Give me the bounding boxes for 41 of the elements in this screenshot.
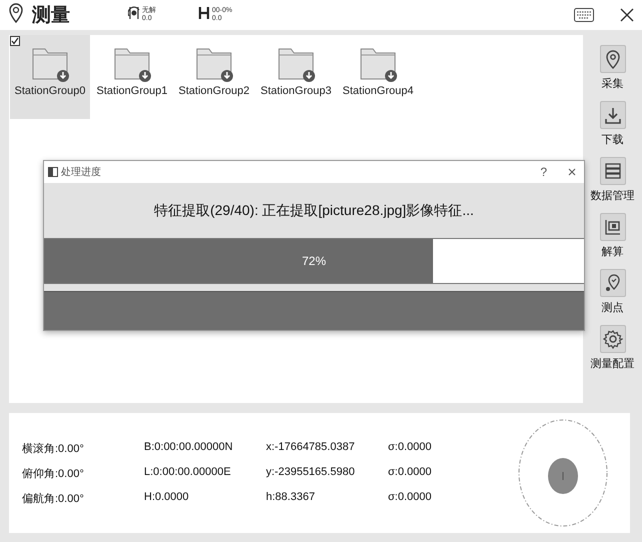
help-button[interactable]: ? — [520, 165, 547, 179]
window-icon — [48, 167, 58, 177]
dialog-title: 处理进度 — [61, 166, 101, 179]
tool-button[interactable]: 测量配置 — [584, 325, 640, 371]
reading-text: y:-23955165.5980 — [266, 466, 356, 480]
folder-item[interactable]: StationGroup4 — [338, 35, 418, 119]
chart-frame-icon — [602, 217, 622, 237]
tool-button[interactable]: 测点 — [584, 269, 640, 315]
reading-text: x:-17664785.0387 — [266, 440, 356, 454]
height-icon — [198, 4, 210, 20]
reading-text: σ:0.0000 — [388, 440, 432, 454]
download-icon — [602, 105, 622, 125]
reading-text: B:0:00:00.00000N — [144, 440, 234, 454]
attitude-gauge-icon — [518, 419, 608, 527]
keyboard-icon[interactable] — [574, 8, 594, 22]
tool-button[interactable]: 下载 — [584, 101, 640, 147]
reading-text: 俯仰角:0.00° — [22, 466, 85, 480]
reading-text: h:88.3367 — [266, 490, 316, 504]
folder-item[interactable]: StationGroup3 — [256, 35, 336, 119]
close-icon[interactable] — [568, 168, 576, 176]
window-title: 测量 — [32, 4, 70, 28]
stacked-bars-icon — [602, 161, 622, 181]
select-all-checkbox[interactable] — [10, 36, 20, 46]
tool-button[interactable]: 数据管理 — [584, 157, 640, 203]
reading-text: σ:0.0000 — [388, 466, 432, 480]
reading-text: H:0.0000 — [144, 490, 190, 504]
reading-text: L:0:00:00.00000E — [144, 466, 232, 480]
satellite-icon — [128, 4, 140, 20]
settings-icon — [602, 329, 622, 349]
close-icon[interactable] — [620, 8, 634, 22]
folder-item[interactable]: StationGroup1 — [92, 35, 172, 119]
tool-button[interactable]: 采集 — [584, 45, 640, 91]
progress-message: 特征提取(29/40): 正在提取[picture28.jpg]影像特征... — [153, 200, 475, 220]
folder-item[interactable]: StationGroup2 — [174, 35, 254, 119]
folder-item[interactable]: StationGroup0 — [10, 35, 90, 119]
tool-button[interactable]: 解算 — [584, 213, 640, 259]
progress-reading: 72% — [302, 254, 326, 268]
reading-text: 横滚角:0.00° — [22, 442, 85, 456]
reading-text: σ:0.0000 — [388, 490, 432, 504]
app-logo-icon — [8, 2, 24, 22]
reading-text: 偏航角:0.00° — [22, 492, 85, 506]
